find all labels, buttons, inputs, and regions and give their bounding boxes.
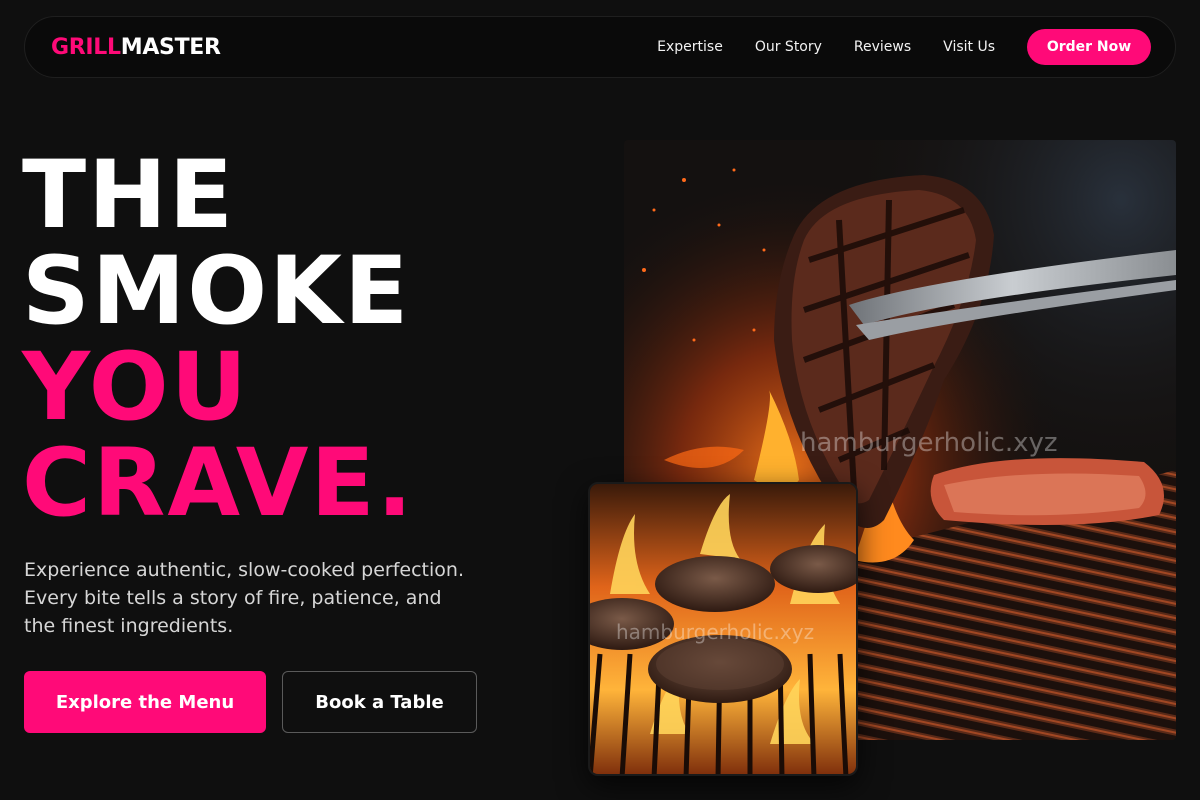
book-table-button[interactable]: Book a Table bbox=[282, 671, 477, 733]
headline-line-3: YOU bbox=[22, 333, 249, 442]
hero-headline: THE SMOKE YOU CRAVE. bbox=[22, 148, 414, 532]
headline-line-4: CRAVE. bbox=[22, 429, 415, 538]
nav-link-expertise[interactable]: Expertise bbox=[657, 39, 723, 55]
nav-link-reviews[interactable]: Reviews bbox=[854, 39, 911, 55]
logo[interactable]: GRILLMASTER bbox=[51, 35, 221, 60]
explore-menu-button[interactable]: Explore the Menu bbox=[24, 671, 266, 733]
headline-line-2: SMOKE bbox=[22, 237, 411, 346]
logo-rest: MASTER bbox=[120, 34, 221, 60]
order-now-button[interactable]: Order Now bbox=[1027, 29, 1151, 65]
nav-link-visit-us[interactable]: Visit Us bbox=[943, 39, 995, 55]
hero-subtitle: Experience authentic, slow-cooked perfec… bbox=[24, 559, 464, 637]
headline-line-1: THE bbox=[22, 141, 236, 250]
hero-inset-image: hamburgerholic.xyz bbox=[588, 482, 858, 776]
nav-links: Expertise Our Story Reviews Visit Us bbox=[657, 39, 995, 55]
nav-link-our-story[interactable]: Our Story bbox=[755, 39, 822, 55]
inset-image-watermark: hamburgerholic.xyz bbox=[616, 620, 815, 644]
landing-page: GRILLMASTER Expertise Our Story Reviews … bbox=[0, 0, 1200, 800]
logo-accent: GRILL bbox=[51, 34, 121, 60]
main-image-watermark: hamburgerholic.xyz bbox=[800, 428, 1058, 458]
navbar: GRILLMASTER Expertise Our Story Reviews … bbox=[24, 16, 1176, 78]
